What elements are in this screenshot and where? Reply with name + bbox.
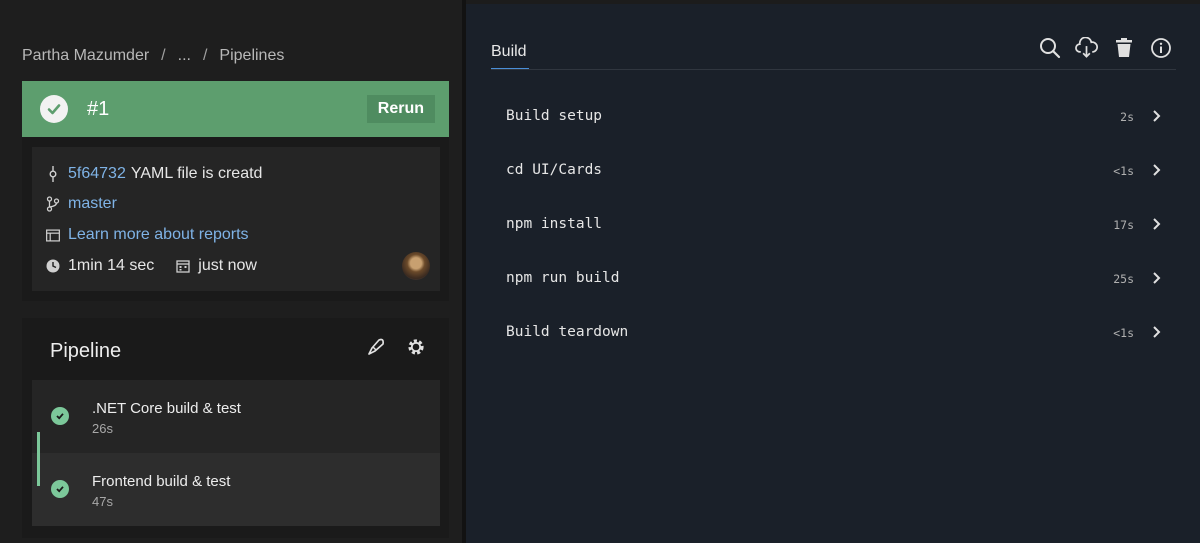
run-details-inner: 5f64732 YAML file is creatd master Learn… [32,147,440,291]
branch-row: master [46,195,117,213]
run-duration: 1min 14 sec [68,257,155,274]
chevron-right-icon [1153,326,1161,338]
step-duration: 25s [1113,272,1134,286]
commit-row: 5f64732 YAML file is creatd [46,165,262,183]
branch-icon [46,196,60,212]
check-circle-icon [40,95,68,123]
breadcrumb-separator: / [161,47,166,64]
step-name: npm install [506,216,603,232]
chevron-right-icon [1153,110,1161,122]
rocket-icon[interactable] [365,336,387,358]
job-item[interactable]: Frontend build & test 47s [32,453,440,526]
report-icon [46,228,60,242]
rerun-button[interactable]: Rerun [366,95,435,123]
search-icon[interactable] [1038,36,1061,59]
step-duration: 2s [1120,110,1134,124]
info-icon[interactable] [1149,36,1172,59]
commit-hash-link[interactable]: 5f64732 [68,165,126,183]
run-status-header: #1 Rerun [22,81,449,137]
step-name: Build setup [506,108,603,124]
breadcrumb: Partha Mazumder / ... / Pipelines [22,47,284,65]
build-toolbar [1038,36,1172,59]
step-name: npm run build [506,270,620,286]
breadcrumb-separator: / [202,47,208,64]
tab-divider [491,69,1176,70]
pipeline-title: Pipeline [50,340,122,362]
branch-link[interactable]: master [68,195,117,213]
step-name: cd UI/Cards [506,162,603,178]
breadcrumb-user[interactable]: Partha Mazumder [22,47,149,65]
commit-message: YAML file is creatd [130,165,263,182]
build-step[interactable]: Build teardown <1s [491,306,1176,360]
job-connector [37,432,40,486]
check-circle-icon [51,480,69,498]
run-details-card: 5f64732 YAML file is creatd master Learn… [22,137,449,301]
pipeline-actions [365,336,427,358]
trash-icon[interactable] [1112,36,1135,59]
reports-row: Learn more about reports [46,226,249,244]
chevron-right-icon [1153,164,1161,176]
job-name: .NET Core build & test [92,400,241,417]
build-step[interactable]: cd UI/Cards <1s [491,144,1176,198]
right-panel: Build Build setup 2s cd UI/Cards <1s npm… [466,4,1200,543]
calendar-icon [176,259,190,273]
clock-icon [46,259,60,273]
step-duration: <1s [1113,164,1134,178]
job-duration: 47s [92,494,113,509]
check-circle-icon [51,407,69,425]
breadcrumb-pipelines[interactable]: Pipelines [219,47,284,65]
build-step[interactable]: Build setup 2s [491,90,1176,144]
job-duration: 26s [92,421,113,436]
timing-row: 1min 14 sec just now [46,257,257,275]
tab-build[interactable]: Build [491,43,527,61]
chevron-right-icon [1153,272,1161,284]
step-name: Build teardown [506,324,629,340]
pipeline-card: Pipeline .NET Core build & test 26s Fron… [22,318,449,538]
breadcrumb-ellipsis[interactable]: ... [178,47,191,65]
job-name: Frontend build & test [92,473,231,490]
step-duration: 17s [1113,218,1134,232]
avatar[interactable] [402,252,430,280]
commit-icon [46,166,60,182]
build-step[interactable]: npm install 17s [491,198,1176,252]
build-step[interactable]: npm run build 25s [491,252,1176,306]
cloud-download-icon[interactable] [1075,36,1098,59]
learn-reports-link[interactable]: Learn more about reports [68,226,249,244]
gear-icon[interactable] [405,336,427,358]
run-time-ago: just now [198,257,257,274]
chevron-right-icon [1153,218,1161,230]
step-duration: <1s [1113,326,1134,340]
run-number: #1 [87,97,110,120]
job-item[interactable]: .NET Core build & test 26s [32,380,440,453]
